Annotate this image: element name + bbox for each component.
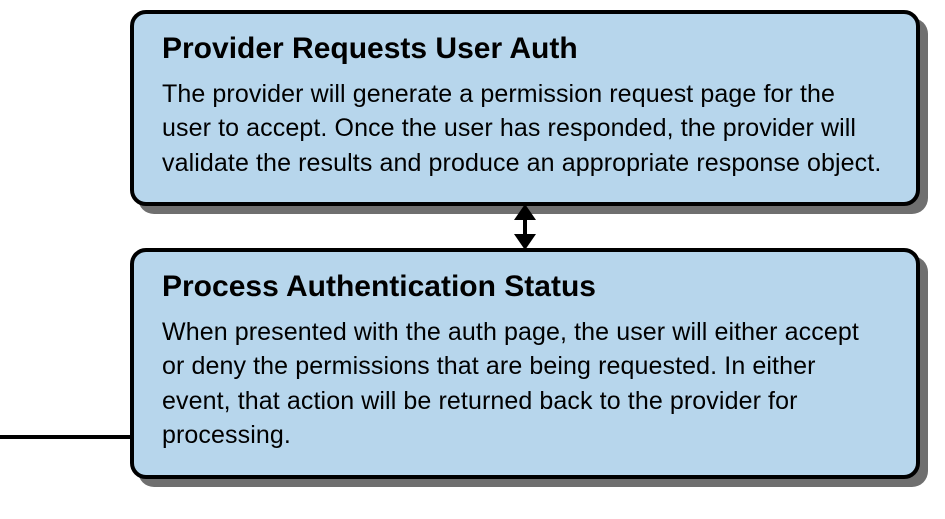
node-body: The provider will generate a permission … xyxy=(162,77,888,181)
node-body: When presented with the auth page, the u… xyxy=(162,315,888,453)
auth-flow-diagram: Provider Requests User Auth The provider… xyxy=(130,10,920,479)
bidirectional-connector xyxy=(130,206,920,248)
node-box: Provider Requests User Auth The provider… xyxy=(130,10,920,206)
node-title: Process Authentication Status xyxy=(162,270,888,305)
incoming-connector-line xyxy=(0,435,130,439)
node-title: Provider Requests User Auth xyxy=(162,32,888,67)
node-provider-requests-user-auth: Provider Requests User Auth The provider… xyxy=(130,10,920,206)
node-box: Process Authentication Status When prese… xyxy=(130,248,920,479)
node-process-authentication-status: Process Authentication Status When prese… xyxy=(130,248,920,479)
